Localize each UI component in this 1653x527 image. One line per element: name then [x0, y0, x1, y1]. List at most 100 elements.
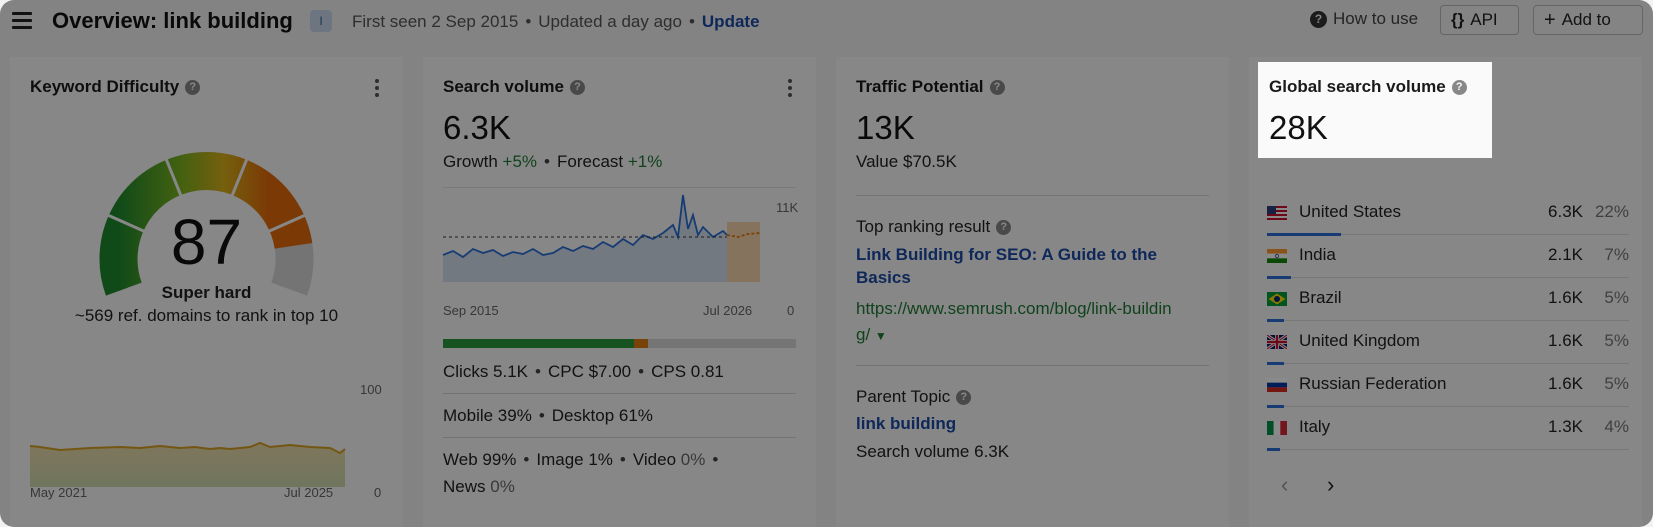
help-icon[interactable]: ?: [996, 219, 1012, 235]
top-result-title-link[interactable]: Link Building for SEO: A Guide to the Ba…: [856, 243, 1209, 289]
country-row[interactable]: Russian Federation 1.6K 5%: [1267, 366, 1629, 409]
kd-value: 87: [170, 206, 243, 278]
flag-brazil-icon: [1267, 292, 1287, 306]
mobile-text: Mobile 39%: [443, 406, 532, 425]
gsv-value: 28K: [1269, 109, 1328, 146]
web-text: Web 99%: [443, 450, 517, 469]
api-label: API: [1470, 10, 1498, 29]
country-row[interactable]: Brazil 1.6K 5%: [1267, 280, 1629, 323]
parent-topic-label-text: Parent Topic: [856, 387, 951, 406]
sv-forecast-region: [727, 222, 760, 282]
sv-title-text: Search volume: [443, 77, 564, 96]
tp-value-label: Value $70.5K: [856, 152, 957, 171]
country-bar-track: [1267, 363, 1629, 364]
updated-text: Updated a day ago: [538, 12, 682, 31]
help-icon[interactable]: ?: [185, 79, 201, 95]
help-icon[interactable]: ?: [989, 79, 1005, 95]
country-name: Russian Federation: [1299, 374, 1447, 393]
parent-topic-link[interactable]: link building: [856, 414, 956, 434]
flag-uk-icon: [1267, 335, 1287, 349]
country-bar-track: [1267, 277, 1629, 278]
country-bar-track: [1267, 449, 1629, 450]
clicks-bar-paid: [633, 339, 648, 348]
kd-title-text: Keyword Difficulty: [30, 77, 180, 96]
flag-russia-icon: [1267, 378, 1287, 392]
country-bar: [1267, 405, 1284, 408]
hamburger-menu-icon[interactable]: [12, 12, 32, 29]
braces-icon: {}: [1451, 10, 1465, 29]
add-to-button[interactable]: + Add to: [1533, 5, 1643, 35]
kd-description: ~569 ref. domains to rank in top 10: [74, 306, 339, 325]
sv-x-start: Sep 2015: [443, 303, 499, 318]
keyword-difficulty-card: Keyword Difficulty ? 87 Super hard ~569 …: [10, 57, 403, 527]
how-to-use-label: How to use: [1333, 9, 1419, 28]
header-meta: First seen 2 Sep 2015 • Updated a day ago •…: [352, 12, 760, 31]
kebab-menu-icon[interactable]: [788, 79, 792, 100]
intent-badge: I: [310, 10, 332, 32]
country-name: United Kingdom: [1299, 331, 1420, 350]
country-volume: 6.3K: [1548, 202, 1583, 221]
serp-type-row-2: News 0%: [443, 477, 515, 497]
top-result-url-line2: g/: [856, 325, 871, 344]
next-page-chevron-icon[interactable]: ›: [1327, 472, 1334, 498]
help-icon[interactable]: ?: [1451, 79, 1467, 95]
country-name: Brazil: [1299, 288, 1342, 307]
top-ranking-label-text: Top ranking result: [856, 217, 991, 236]
sv-y-min: 0: [787, 303, 795, 318]
clicks-bar-none: [647, 339, 796, 348]
country-volume: 1.6K: [1548, 288, 1583, 307]
sv-y-max: 11K: [776, 200, 799, 215]
header: Overview: link building I First seen 2 S…: [0, 0, 1653, 46]
country-bar-track: [1267, 320, 1629, 321]
country-row[interactable]: United States 6.3K 22%: [1267, 194, 1629, 237]
country-bar: [1267, 319, 1284, 322]
caret-down-icon[interactable]: ▼: [875, 329, 887, 343]
divider: [856, 365, 1209, 366]
divider: [856, 195, 1209, 196]
news-label: News: [443, 477, 486, 496]
country-share: 5%: [1604, 331, 1629, 350]
flag-us-icon: [1267, 206, 1287, 220]
country-share: 4%: [1604, 417, 1629, 436]
country-bar: [1267, 362, 1284, 365]
country-name: United States: [1299, 202, 1402, 221]
country-bar-track: [1267, 406, 1629, 407]
country-row[interactable]: United Kingdom 1.6K 5%: [1267, 323, 1629, 366]
desktop-text: Desktop 61%: [551, 406, 653, 425]
help-icon[interactable]: ?: [956, 389, 972, 405]
kd-x-start: May 2021: [30, 485, 88, 500]
country-row[interactable]: Italy 1.3K 4%: [1267, 409, 1629, 452]
country-row[interactable]: India 2.1K 7%: [1267, 237, 1629, 280]
country-name: India: [1299, 245, 1336, 264]
clicks-bar-organic: [443, 339, 634, 348]
api-button[interactable]: {} API: [1440, 5, 1519, 35]
gsv-title: Global search volume ?: [1269, 77, 1467, 97]
tp-title-text: Traffic Potential: [856, 77, 984, 96]
country-volume: 1.6K: [1548, 374, 1583, 393]
kd-label: Super hard: [161, 283, 252, 302]
clicks-row: Clicks 5.1K • CPC $7.00 • CPS 0.81: [443, 362, 724, 381]
forecast-value: +1%: [627, 152, 663, 171]
growth-label: Growth: [443, 152, 498, 171]
how-to-use-link[interactable]: ? How to use: [1310, 9, 1418, 29]
top-result-url[interactable]: https://www.semrush.com/blog/link-buildi…: [856, 296, 1172, 349]
tp-title: Traffic Potential ?: [856, 77, 1005, 97]
country-volume: 1.6K: [1548, 331, 1583, 350]
cps-text: CPS 0.81: [651, 362, 724, 381]
serp-type-row-1: Web 99% • Image 1% • Video 0% •: [443, 450, 719, 469]
sv-x-end: Jul 2026: [703, 303, 753, 318]
sv-value: 6.3K: [443, 109, 511, 146]
divider: [443, 437, 796, 438]
first-seen-text: First seen 2 Sep 2015: [352, 12, 519, 31]
clicks-text: Clicks 5.1K: [443, 362, 529, 381]
help-icon[interactable]: ?: [569, 79, 585, 95]
question-icon: ?: [1310, 10, 1327, 28]
tp-value: 13K: [856, 109, 915, 146]
kebab-menu-icon[interactable]: [375, 79, 379, 100]
update-link[interactable]: Update: [702, 12, 760, 31]
top-ranking-label: Top ranking result ?: [856, 217, 1012, 237]
country-share: 5%: [1604, 374, 1629, 393]
device-row: Mobile 39% • Desktop 61%: [443, 406, 653, 425]
prev-page-chevron-icon[interactable]: ‹: [1281, 472, 1288, 498]
kd-y-min: 0: [374, 485, 382, 500]
